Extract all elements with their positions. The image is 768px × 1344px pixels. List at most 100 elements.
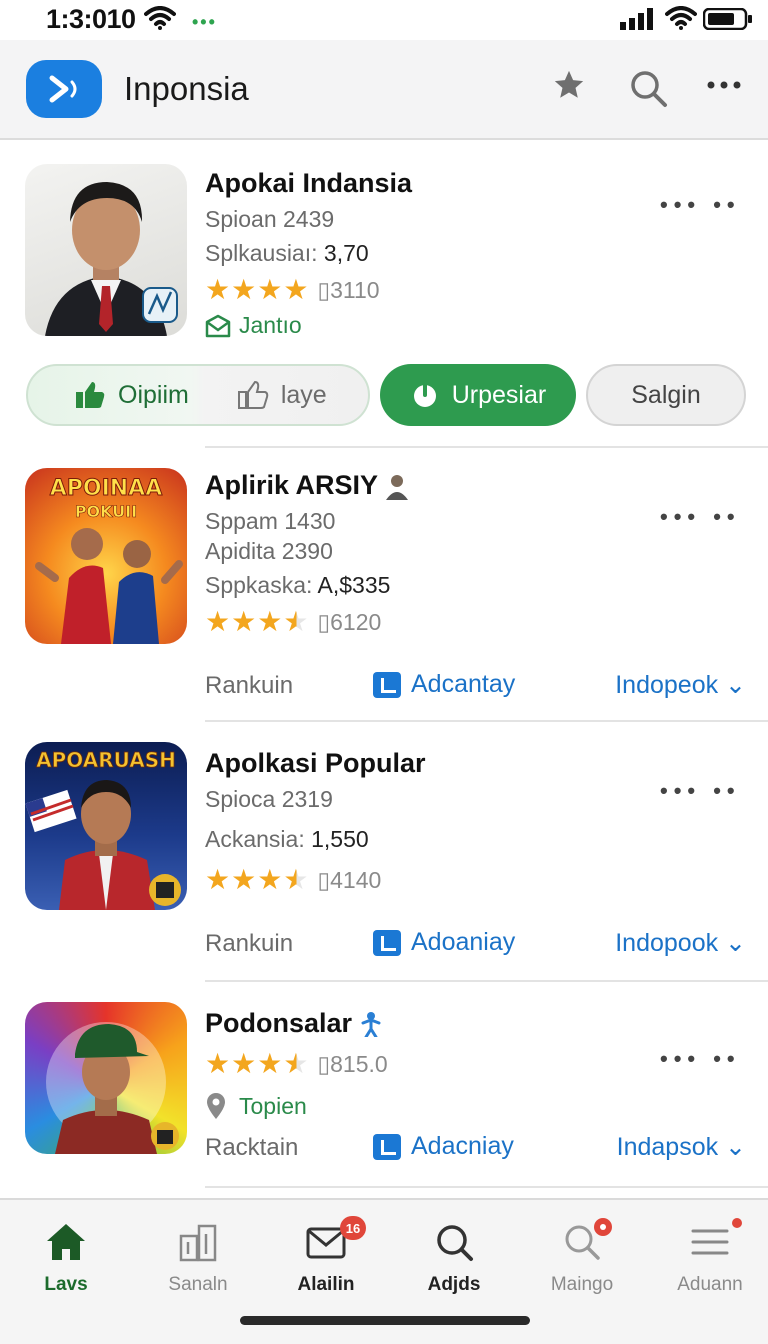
nav-item-saved[interactable]: Sanaln	[134, 1218, 262, 1296]
rating-count: ▯4140	[317, 866, 382, 893]
avatar-icon	[386, 474, 409, 500]
page-title: Inponsia	[124, 70, 249, 107]
app-meta-detail: Sppkaska: A,$335	[205, 572, 391, 598]
nav-label: Sanaln	[168, 1274, 228, 1295]
rating-stars: ★ ★ ★ ★ ▯3110	[205, 276, 380, 304]
menu-icon	[691, 1229, 729, 1255]
star-icon: ★	[231, 274, 257, 305]
ad-link[interactable]: Adacniay	[373, 1132, 514, 1161]
rank-label: Rankuin	[205, 930, 294, 957]
star-icon: ★	[257, 1048, 283, 1079]
nav-item-discover[interactable]: Maingo	[518, 1218, 646, 1296]
notification-badge: 16	[340, 1216, 366, 1240]
star-icon[interactable]	[552, 68, 586, 102]
app-tag[interactable]: Jantıo	[205, 312, 302, 339]
star-icon: ★	[283, 274, 309, 305]
star-icon: ★	[257, 864, 283, 895]
home-indicator[interactable]	[240, 1316, 530, 1325]
status-time: 1:3:010	[46, 4, 136, 34]
thumbnail-title: APOARUASH	[36, 748, 177, 773]
opinion-like-group: Oipiim laye	[26, 364, 370, 426]
star-icon: ★	[205, 274, 231, 305]
star-icon: ★	[205, 864, 231, 895]
power-icon	[413, 382, 436, 407]
status-bar: 1:3:010 •••	[0, 0, 768, 40]
app-meta-detail: Ackansia: 1,550	[205, 826, 369, 852]
app-footer-row: Racktain Adacniay Indapsok ⌄	[205, 1130, 750, 1170]
battery-icon	[703, 8, 752, 30]
category-dropdown[interactable]: Indapsok ⌄	[617, 1132, 746, 1162]
more-options-icon[interactable]: ••• ••	[660, 192, 741, 218]
star-half-icon: ★	[283, 606, 309, 637]
thumbs-up-outline-icon	[237, 380, 269, 409]
app-thumbnail[interactable]: APOARUASH	[25, 742, 187, 910]
home-icon	[47, 1224, 85, 1260]
notification-dot	[732, 1218, 742, 1228]
app-footer-row: Rankuin Adcantay Indopeok ⌄	[205, 668, 750, 708]
ad-link[interactable]: Adcantay	[373, 670, 515, 699]
nav-label: Alailin	[297, 1274, 355, 1295]
rating-stars: ★ ★ ★ ★ ▯815.0	[205, 1050, 388, 1078]
star-half-icon: ★	[283, 1048, 309, 1079]
install-button[interactable]: Urpesiar	[380, 364, 576, 426]
status-dots-icon: •••	[192, 12, 217, 32]
app-meta: Spioan 2439	[205, 206, 335, 232]
star-icon: ★	[231, 606, 257, 637]
app-name[interactable]: Apolkasi Popular	[205, 748, 426, 779]
wifi-icon	[665, 6, 697, 30]
notification-dot	[594, 1218, 612, 1236]
rating-count: ▯815.0	[317, 1050, 388, 1077]
app-thumbnail[interactable]: APOINAA POKUII	[25, 468, 187, 644]
chart-icon	[373, 929, 401, 956]
app-card[interactable]: APOARUASH Apolkasi Popular Spioca 2319 A…	[0, 722, 768, 980]
app-thumbnail[interactable]	[25, 164, 187, 336]
app-bar: Inponsia	[0, 40, 768, 140]
more-icon[interactable]	[706, 80, 742, 90]
like-button[interactable]: laye	[237, 380, 327, 410]
app-name[interactable]: Apokai Indansia	[205, 168, 412, 199]
app-logo-icon[interactable]	[26, 60, 102, 118]
app-tag[interactable]: Topien	[205, 1092, 307, 1120]
app-card[interactable]: Podonsalar ★ ★ ★ ★ ▯815.0 Topien ••• •• Rac…	[0, 982, 768, 1186]
rating-count: ▯6120	[317, 608, 382, 635]
nav-label: Adjds	[427, 1274, 481, 1295]
nav-item-messages[interactable]: 16 Alailin	[262, 1216, 390, 1296]
app-meta: Apidita 2390	[205, 538, 333, 564]
star-icon: ★	[257, 274, 283, 305]
app-thumbnail[interactable]	[25, 1002, 187, 1154]
star-half-icon: ★	[283, 864, 309, 895]
category-dropdown[interactable]: Indopeok ⌄	[615, 670, 746, 700]
app-meta: Sppam 1430	[205, 508, 336, 534]
app-name[interactable]: Podonsalar	[205, 1008, 382, 1039]
nav-label: Lavs	[44, 1274, 88, 1295]
nav-item-menu[interactable]: Aduann	[646, 1218, 768, 1296]
star-icon: ★	[205, 1048, 231, 1079]
thumbnail-title: APOINAA	[49, 476, 163, 502]
more-options-icon[interactable]: ••• ••	[660, 778, 741, 804]
search-icon[interactable]	[628, 68, 668, 108]
mail-icon	[205, 314, 231, 337]
thumbs-up-icon	[76, 382, 105, 408]
app-name[interactable]: Aplirik ARSIY	[205, 470, 410, 501]
search-icon	[437, 1225, 473, 1261]
building-icon	[179, 1224, 217, 1262]
location-pin-icon	[207, 1093, 225, 1119]
chart-icon	[373, 671, 401, 698]
ad-link[interactable]: Adoaniay	[373, 928, 515, 957]
rating-stars: ★ ★ ★ ★ ▯4140	[205, 866, 381, 894]
more-options-icon[interactable]: ••• ••	[660, 1046, 741, 1072]
category-dropdown[interactable]: Indopook ⌄	[615, 928, 746, 958]
app-meta: Spioca 2319	[205, 786, 333, 812]
more-options-icon[interactable]: ••• ••	[660, 504, 741, 530]
app-card[interactable]: Apokai Indansia Spioan 2439 Splkausiaı: …	[0, 140, 768, 446]
secondary-button[interactable]: Salgin	[586, 364, 746, 426]
chart-icon	[373, 1133, 401, 1160]
opinion-button[interactable]: Oipiim	[74, 380, 189, 410]
app-card[interactable]: APOINAA POKUII Aplirik ARSIY Sppam 1430 …	[0, 448, 768, 722]
nav-label: Maingo	[550, 1274, 614, 1295]
star-icon: ★	[257, 606, 283, 637]
nav-item-home[interactable]: Lavs	[2, 1218, 130, 1296]
star-icon: ★	[231, 1048, 257, 1079]
app-meta-detail: Splkausiaı: 3,70	[205, 240, 369, 266]
nav-item-search[interactable]: Adjds	[390, 1218, 518, 1296]
